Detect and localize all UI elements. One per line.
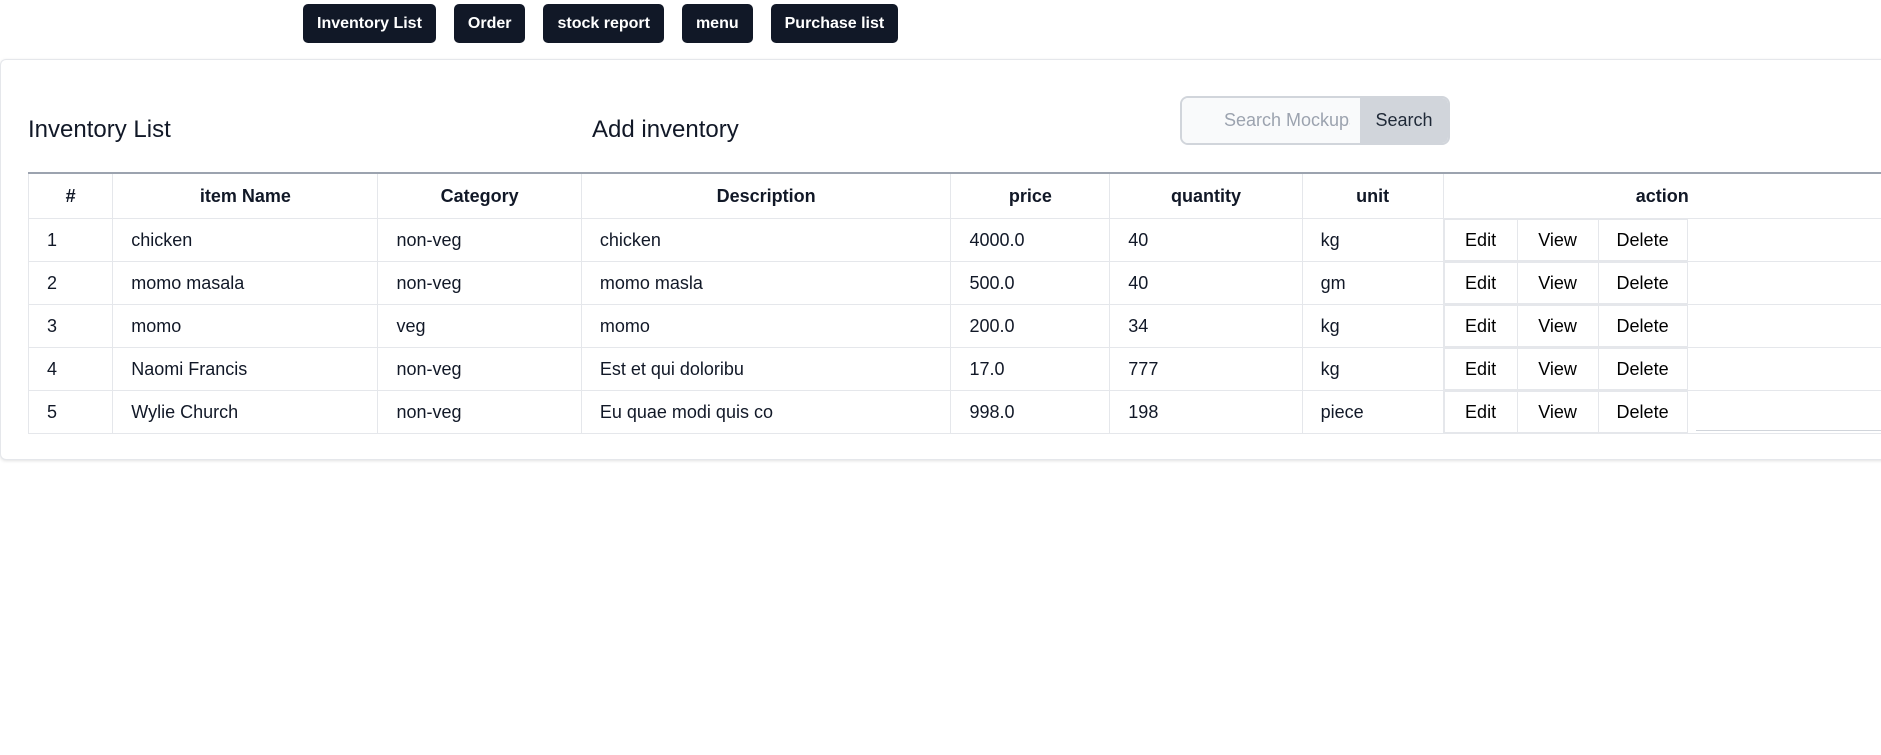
view-button[interactable]: View [1517, 391, 1599, 433]
cell-description: Est et qui doloribu [580, 347, 952, 391]
cell-item-name: chicken [112, 218, 379, 262]
table-row: 4 Naomi Francis non-veg Est et qui dolor… [27, 347, 1881, 391]
edit-button[interactable]: Edit [1443, 305, 1518, 347]
nav-purchase-list-button[interactable]: Purchase list [770, 4, 899, 43]
cell-unit: gm [1301, 261, 1444, 305]
nav-menu-button[interactable]: menu [681, 4, 753, 43]
page-title: Inventory List [28, 116, 171, 143]
column-header-description: Description [580, 172, 952, 219]
cell-price: 4000.0 [950, 218, 1111, 262]
table-row: 5 Wylie Church non-veg Eu quae modi quis… [27, 390, 1881, 434]
cell-unit: kg [1301, 304, 1444, 348]
table-bottom-divider [1696, 430, 1881, 431]
cell-quantity: 40 [1109, 218, 1303, 262]
delete-button[interactable]: Delete [1598, 219, 1688, 261]
cell-actions: Edit View Delete [1442, 390, 1881, 434]
column-header-action: action [1442, 172, 1881, 219]
cell-price: 998.0 [950, 390, 1111, 434]
column-header-item-name: item Name [112, 172, 379, 219]
view-button[interactable]: View [1517, 305, 1599, 347]
edit-button[interactable]: Edit [1443, 391, 1518, 433]
cell-number: 4 [27, 347, 114, 391]
search-button[interactable]: Search [1360, 98, 1448, 143]
cell-actions: Edit View Delete [1442, 261, 1881, 305]
top-nav: Inventory List Order stock report menu P… [303, 4, 899, 43]
delete-button[interactable]: Delete [1598, 305, 1688, 347]
cell-unit: kg [1301, 218, 1444, 262]
table-row: 2 momo masala non-veg momo masla 500.0 4… [27, 261, 1881, 305]
view-button[interactable]: View [1517, 262, 1599, 304]
search-bar: Search [1180, 96, 1450, 145]
table-header-row: # item Name Category Description price q… [27, 172, 1881, 219]
cell-description: Eu quae modi quis co [580, 390, 952, 434]
cell-actions: Edit View Delete [1442, 347, 1881, 391]
cell-description: momo [580, 304, 952, 348]
table-row: 1 chicken non-veg chicken 4000.0 40 kg E… [27, 218, 1881, 262]
column-header-number: # [27, 172, 114, 219]
table-row: 3 momo veg momo 200.0 34 kg Edit View De… [27, 304, 1881, 348]
nav-inventory-list-button[interactable]: Inventory List [303, 4, 436, 43]
cell-number: 3 [27, 304, 114, 348]
cell-actions: Edit View Delete [1442, 218, 1881, 262]
cell-category: non-veg [377, 347, 582, 391]
column-header-category: Category [377, 172, 582, 219]
cell-number: 5 [27, 390, 114, 434]
cell-description: chicken [580, 218, 952, 262]
inventory-table: # item Name Category Description price q… [27, 172, 1881, 434]
cell-number: 2 [27, 261, 114, 305]
search-input[interactable] [1182, 98, 1360, 143]
cell-item-name: Naomi Francis [112, 347, 379, 391]
delete-button[interactable]: Delete [1598, 348, 1688, 390]
cell-actions: Edit View Delete [1442, 304, 1881, 348]
cell-unit: kg [1301, 347, 1444, 391]
edit-button[interactable]: Edit [1443, 262, 1518, 304]
cell-quantity: 198 [1109, 390, 1303, 434]
cell-category: non-veg [377, 390, 582, 434]
cell-quantity: 777 [1109, 347, 1303, 391]
cell-quantity: 34 [1109, 304, 1303, 348]
edit-button[interactable]: Edit [1443, 348, 1518, 390]
cell-item-name: Wylie Church [112, 390, 379, 434]
cell-item-name: momo [112, 304, 379, 348]
cell-description: momo masla [580, 261, 952, 305]
cell-category: veg [377, 304, 582, 348]
cell-quantity: 40 [1109, 261, 1303, 305]
cell-price: 200.0 [950, 304, 1111, 348]
cell-price: 17.0 [950, 347, 1111, 391]
view-button[interactable]: View [1517, 219, 1599, 261]
cell-number: 1 [27, 218, 114, 262]
nav-stock-report-button[interactable]: stock report [543, 4, 664, 43]
cell-unit: piece [1301, 390, 1444, 434]
nav-order-button[interactable]: Order [453, 4, 526, 43]
delete-button[interactable]: Delete [1598, 391, 1688, 433]
cell-item-name: momo masala [112, 261, 379, 305]
add-inventory-link[interactable]: Add inventory [592, 116, 739, 144]
delete-button[interactable]: Delete [1598, 262, 1688, 304]
column-header-quantity: quantity [1109, 172, 1303, 219]
cell-category: non-veg [377, 218, 582, 262]
column-header-unit: unit [1301, 172, 1444, 219]
cell-category: non-veg [377, 261, 582, 305]
cell-price: 500.0 [950, 261, 1111, 305]
view-button[interactable]: View [1517, 348, 1599, 390]
edit-button[interactable]: Edit [1443, 219, 1518, 261]
column-header-price: price [950, 172, 1111, 219]
